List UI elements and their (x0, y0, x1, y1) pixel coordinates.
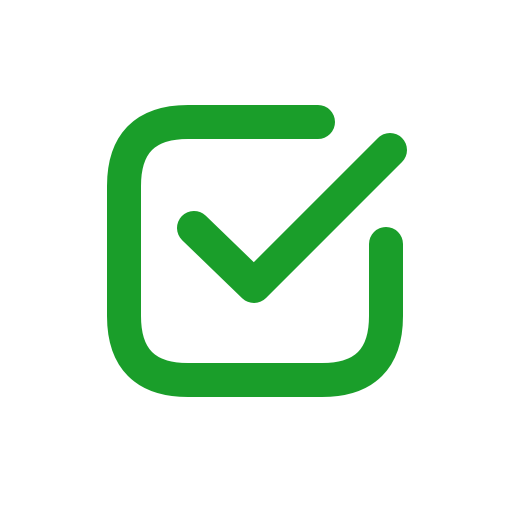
checkbox-checked-icon[interactable] (0, 0, 512, 512)
check-mark-icon (177, 133, 407, 303)
icon-canvas (0, 0, 512, 512)
checkbox-frame (107, 105, 403, 397)
